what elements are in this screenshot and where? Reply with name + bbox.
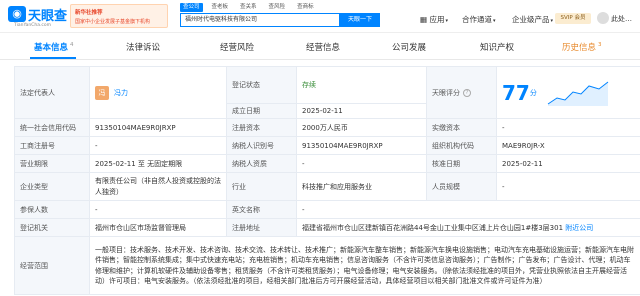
chevron-down-icon: ▾ [550, 18, 554, 24]
uscc-value: 91350104MAE9R0JRXP [89, 118, 227, 137]
company-tabs: 基本信息 4 法律诉讼 经营风险 经营信息 公司发展 知识产权 历史信息 3 [0, 33, 640, 60]
legal-rep-name[interactable]: 冯力 [114, 89, 128, 97]
term-value: 2025-02-11 至 无固定期限 [89, 154, 227, 173]
score-label: 天眼评分? [426, 66, 497, 119]
score-value: 77 [502, 80, 530, 105]
tab-business-risk[interactable]: 经营风险 [220, 41, 254, 53]
taxpayer-quality-value: - [296, 154, 427, 173]
company-type-label: 企业类型 [14, 172, 90, 201]
search-input[interactable]: 福州时代电驱科技有限公司 [180, 13, 340, 27]
score-unit: 分 [529, 88, 537, 97]
chevron-down-icon: ▾ [493, 18, 496, 24]
insured-label: 参保人数 [14, 200, 90, 219]
search-type-tabs: 查公司 查老板 查关系 查风险 查商标 [180, 3, 317, 12]
tab-legal[interactable]: 法律诉讼 [126, 41, 160, 53]
question-icon[interactable]: ? [463, 88, 471, 97]
reg-status-label: 登记状态 [226, 66, 297, 104]
tab-ip[interactable]: 知识产权 [480, 41, 514, 53]
table-row: 工商注册号 - 纳税人识别号 91350104MAE9R0JRXP 组织机构代码… [14, 136, 640, 155]
industry-label: 行业 [226, 172, 297, 201]
score-cell[interactable]: 77分 [496, 66, 640, 119]
address-cell: 福建省福州市仓山区建新镇百花洲路44号金山工业集中区浦上片仓山园1#楼3层301… [296, 218, 640, 237]
chevron-down-icon: ▾ [445, 18, 448, 24]
active-tab-indicator [30, 57, 76, 59]
uscc-label: 统一社会信用代码 [14, 118, 90, 137]
logo-text: 天眼查 [28, 9, 68, 24]
table-row: 企业类型 有限责任公司（非自然人投资或控股的法人独资） 行业 科技推广和应用服务… [14, 172, 640, 201]
scope-value: 一般项目：技术服务、技术开发、技术咨询、技术交流、技术转让、技术推广；新能源汽车… [89, 236, 640, 295]
reg-status-cell: 存续 [296, 66, 427, 104]
approval-date-value: 2025-02-11 [496, 154, 640, 173]
tab-development[interactable]: 公司发展 [392, 41, 426, 53]
top-header: ◉ 天眼查 TianYanCha.com 新华社推荐 国家中小企业发展子基金旗下… [0, 0, 640, 33]
legal-rep-avatar[interactable]: 冯 [95, 85, 109, 100]
scope-label: 经营范围 [14, 236, 90, 295]
taxpayer-id-value: 91350104MAE9R0JRXP [296, 136, 427, 155]
industry-value: 科技推广和应用服务业 [296, 172, 427, 201]
taxpayer-id-label: 纳税人识别号 [226, 136, 297, 155]
reg-no-value: - [89, 136, 227, 155]
legal-rep-cell: 冯冯力 [89, 66, 227, 119]
english-name-label: 英文名称 [226, 200, 297, 219]
nav-apps[interactable]: ▦ 应用▾ [420, 14, 448, 25]
eye-logo-icon: ◉ [8, 6, 26, 22]
score-trend-icon [547, 81, 609, 106]
search-tab-risk[interactable]: 查风险 [266, 3, 289, 12]
org-code-label: 组织机构代码 [426, 136, 497, 155]
table-row: 法定代表人 冯冯力 登记状态 存续 天眼评分? 77分 [14, 66, 640, 119]
nav-enterprise[interactable]: 企业级产品▾ [512, 14, 553, 25]
reg-capital-label: 注册资本 [226, 118, 297, 137]
company-type-value: 有限责任公司（非自然人投资或控股的法人独资） [89, 172, 227, 201]
staff-size-value: - [496, 172, 640, 201]
english-name-value: - [296, 200, 640, 219]
tab-basic-info[interactable]: 基本信息 4 [34, 41, 74, 53]
avatar[interactable] [597, 12, 609, 24]
status-badge: 存续 [302, 81, 316, 89]
nav-cooperation[interactable]: 合作通道▾ [462, 14, 496, 25]
nearby-companies-link[interactable]: 附近公司 [565, 224, 593, 232]
tab-business-info[interactable]: 经营信息 [306, 41, 340, 53]
org-code-value: MAE9R0JR-X [496, 136, 640, 155]
address-label: 注册地址 [226, 218, 297, 237]
promo-banner[interactable]: 新华社推荐 国家中小企业发展子基金旗下机构 [70, 4, 168, 28]
est-date-label: 成立日期 [226, 103, 297, 119]
staff-size-label: 人员规模 [426, 172, 497, 201]
search-tab-company[interactable]: 查公司 [180, 3, 203, 12]
user-name[interactable]: 此处… [611, 14, 632, 24]
search-button[interactable]: 天眼一下 [340, 13, 380, 27]
promo-line-2: 国家中小企业发展子基金旗下机构 [75, 19, 151, 25]
term-label: 营业期限 [14, 154, 90, 173]
search-tab-relation[interactable]: 查关系 [237, 3, 260, 12]
est-date-value: 2025-02-11 [296, 103, 427, 119]
table-row: 经营范围 一般项目：技术服务、技术开发、技术咨询、技术交流、技术转让、技术推广；… [14, 236, 640, 295]
approval-date-label: 核准日期 [426, 154, 497, 173]
reg-no-label: 工商注册号 [14, 136, 90, 155]
promo-line-1: 新华社推荐 [75, 10, 103, 16]
basic-info-table: 法定代表人 冯冯力 登记状态 存续 天眼评分? 77分 成立日期 2025-02… [14, 66, 640, 295]
paid-capital-label: 实缴资本 [426, 118, 497, 137]
table-row: 登记机关 福州市仓山区市场监督管理局 注册地址 福建省福州市仓山区建新镇百花洲路… [14, 218, 640, 237]
address-value: 福建省福州市仓山区建新镇百花洲路44号金山工业集中区浦上片仓山园1#楼3层301 [302, 223, 564, 232]
logo[interactable]: ◉ 天眼查 TianYanCha.com [8, 4, 67, 30]
reg-capital-value: 2000万人民币 [296, 118, 427, 137]
authority-label: 登记机关 [14, 218, 90, 237]
insured-value: - [89, 200, 227, 219]
search-tab-trademark[interactable]: 查商标 [294, 3, 317, 12]
legal-rep-label: 法定代表人 [14, 66, 90, 119]
logo-url: TianYanCha.com [14, 23, 52, 28]
table-row: 统一社会信用代码 91350104MAE9R0JRXP 注册资本 2000万人民… [14, 118, 640, 137]
search-tab-boss[interactable]: 查老板 [209, 3, 232, 12]
taxpayer-quality-label: 纳税人资质 [226, 154, 297, 173]
tab-history[interactable]: 历史信息 3 [562, 41, 602, 53]
svip-badge[interactable]: SVIP 会员 [555, 13, 591, 24]
paid-capital-value: - [496, 118, 640, 137]
table-row: 营业期限 2025-02-11 至 无固定期限 纳税人资质 - 核准日期 202… [14, 154, 640, 173]
authority-value: 福州市仓山区市场监督管理局 [89, 218, 227, 237]
table-row: 参保人数 - 英文名称 - [14, 200, 640, 219]
